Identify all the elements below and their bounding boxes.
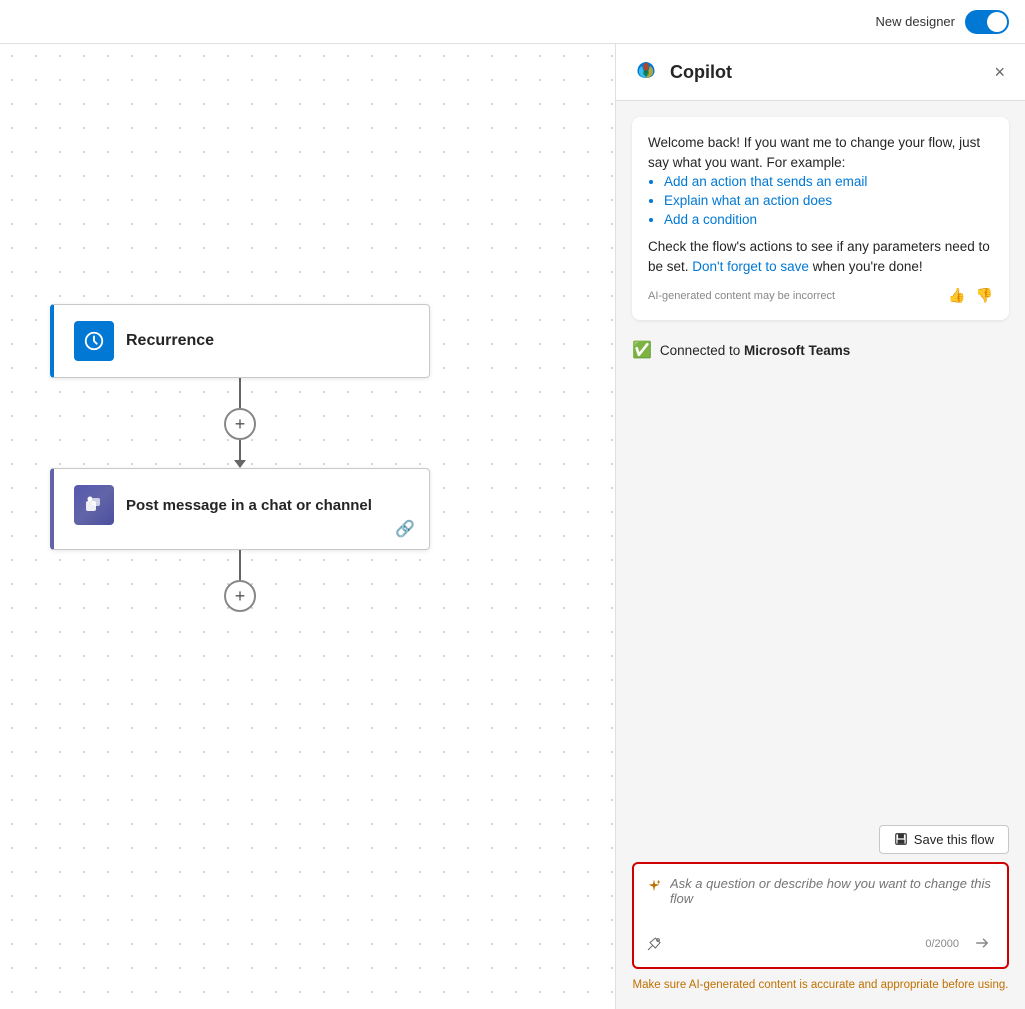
example-item-2[interactable]: Explain what an action does: [664, 193, 993, 208]
sparkle-icon: [646, 878, 662, 894]
connector-line-1: [239, 378, 241, 408]
new-designer-label: New designer: [876, 14, 956, 29]
clock-icon: [83, 330, 105, 352]
arrow-down-1: [234, 460, 246, 468]
chat-input-footer: 0/2000: [646, 930, 995, 959]
new-designer-toggle[interactable]: [965, 10, 1009, 34]
welcome-text: Welcome back! If you want me to change y…: [648, 133, 993, 174]
post-message-title: Post message in a chat or channel: [126, 497, 372, 514]
chat-input-box[interactable]: 0/2000: [632, 862, 1009, 969]
ai-warning-text: Make sure AI-generated content is accura…: [632, 977, 1009, 993]
copilot-panel-title: Copilot: [670, 62, 732, 83]
recurrence-icon-box: [74, 321, 114, 361]
chat-input-icons: [646, 936, 662, 952]
connector-2: +: [224, 550, 256, 612]
send-icon: [973, 934, 991, 952]
connector-line-1b: [239, 440, 241, 460]
welcome-chat-bubble: Welcome back! If you want me to change y…: [632, 117, 1009, 320]
post-message-header: Post message in a chat or channel: [74, 485, 409, 525]
magic-icon: [646, 936, 662, 952]
ai-disclaimer: AI-generated content may be incorrect 👍 …: [648, 287, 993, 304]
connected-badge: ✅ Connected to Microsoft Teams: [632, 332, 1009, 368]
save-flow-row: Save this flow: [632, 825, 1009, 854]
feedback-icons: 👍 👎: [948, 287, 993, 304]
send-button[interactable]: [969, 930, 995, 959]
post-message-node[interactable]: Post message in a chat or channel 🔗: [50, 468, 430, 550]
teams-icon-box: [74, 485, 114, 525]
example-item-1[interactable]: Add an action that sends an email: [664, 174, 993, 189]
copilot-title-group: Copilot: [632, 58, 732, 86]
recurrence-node[interactable]: Recurrence: [50, 304, 430, 378]
connector-line-2: [239, 550, 241, 580]
flow-container: Recurrence +: [50, 304, 430, 612]
copilot-close-button[interactable]: ×: [990, 59, 1009, 85]
copilot-panel: Copilot × Welcome back! If you want me t…: [615, 44, 1025, 1009]
copilot-header: Copilot ×: [616, 44, 1025, 101]
add-step-button-2[interactable]: +: [224, 580, 256, 612]
char-count: 0/2000: [925, 938, 959, 950]
recurrence-title: Recurrence: [126, 332, 214, 350]
teams-icon: [82, 493, 106, 517]
connector-1: +: [224, 378, 256, 468]
main-layout: Recurrence +: [0, 44, 1025, 1009]
connected-check-icon: ✅: [632, 340, 652, 360]
save-icon: [894, 832, 908, 846]
thumbs-down-icon[interactable]: 👎: [976, 287, 993, 304]
examples-list: Add an action that sends an email Explai…: [664, 174, 993, 227]
canvas-area: Recurrence +: [0, 44, 615, 1009]
connected-text: Connected to Microsoft Teams: [660, 343, 850, 358]
copilot-content: Welcome back! If you want me to change y…: [616, 101, 1025, 815]
example-item-3[interactable]: Add a condition: [664, 212, 993, 227]
thumbs-up-icon[interactable]: 👍: [948, 287, 965, 304]
copilot-logo-icon: [632, 58, 660, 86]
top-bar: New designer: [0, 0, 1025, 44]
chat-input-textarea[interactable]: [670, 876, 995, 924]
copilot-footer: Save this flow: [616, 815, 1025, 1009]
add-step-button-1[interactable]: +: [224, 408, 256, 440]
link-icon: 🔗: [395, 519, 415, 539]
check-text: Check the flow's actions to see if any p…: [648, 237, 993, 278]
save-flow-button[interactable]: Save this flow: [879, 825, 1009, 854]
